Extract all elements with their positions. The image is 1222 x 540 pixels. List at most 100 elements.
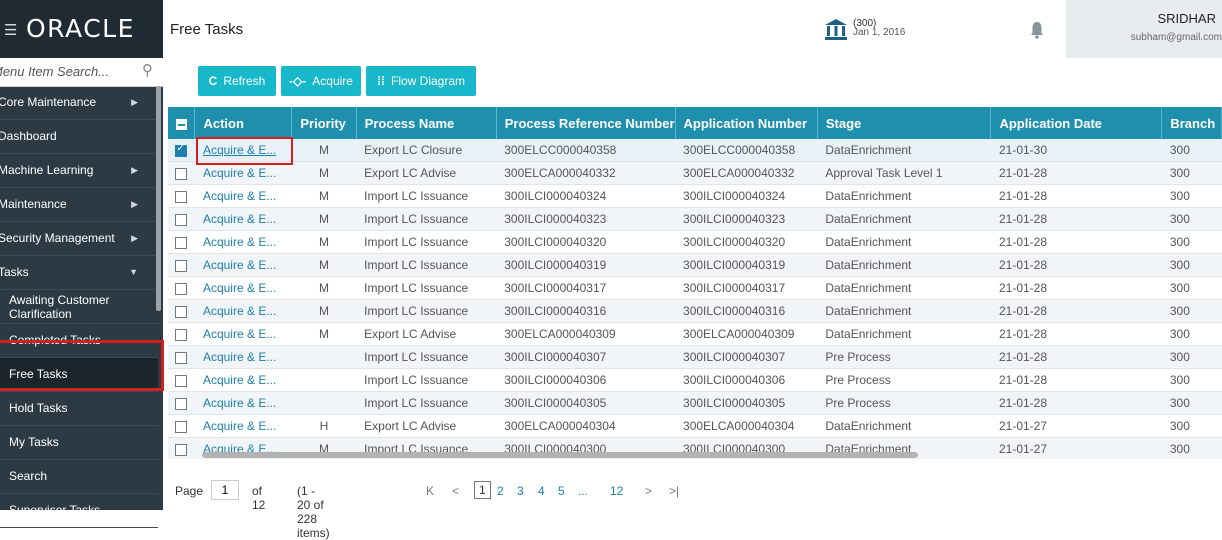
table-row[interactable]: Acquire & E... M Export LC Advise 300ELCA00… (168, 161, 1222, 185)
acquire-edit-link[interactable]: Acquire & E... (203, 258, 276, 272)
column-header-application-date[interactable]: Application Date (990, 107, 1163, 139)
acquire-edit-link[interactable]: Acquire & E... (203, 419, 276, 433)
acquire-edit-link[interactable]: Acquire & E... (203, 327, 276, 341)
chevron-right-icon: ▶ (131, 97, 138, 107)
column-header-priority[interactable]: Priority (291, 107, 357, 139)
acquire-edit-link[interactable]: Acquire & E... (203, 373, 276, 387)
search-icon[interactable]: ⚲ (142, 61, 153, 79)
table-row[interactable]: Acquire & E... M Import LC Issuance 300ILCI… (168, 230, 1222, 254)
row-checkbox[interactable] (175, 443, 188, 456)
acquire-edit-link[interactable]: Acquire & E... (203, 166, 276, 180)
table-row[interactable]: Acquire & E... M Import LC Issuance 300ILCI… (168, 184, 1222, 208)
row-checkbox[interactable] (175, 167, 188, 180)
column-header-process-name[interactable]: Process Name (356, 107, 497, 139)
sidebar-item-label: Machine Learning (0, 163, 94, 177)
acquire-edit-link[interactable]: Acquire & E... (203, 304, 276, 318)
hamburger-icon[interactable]: ☰ (4, 21, 17, 39)
page-number-input[interactable] (211, 480, 239, 500)
first-page-icon[interactable]: K (426, 484, 434, 498)
application-number-cell: 300ILCI000040316 (675, 299, 818, 323)
row-checkbox-cell (168, 368, 195, 392)
flow-diagram-button[interactable]: ⁞⁞ Flow Diagram (366, 66, 476, 96)
action-cell: Acquire & E... (194, 207, 292, 231)
row-checkbox[interactable] (175, 236, 188, 249)
process-ref-cell: 300ILCI000040307 (496, 345, 676, 369)
table-row[interactable]: Acquire & E... M Import LC Issuance 300ILCI… (168, 276, 1222, 300)
page-ellipsis[interactable]: ... (578, 484, 588, 498)
sidebar-item-awaiting-customer-clarification[interactable]: Awaiting Customer Clarification (0, 290, 158, 324)
sidebar-item-my-tasks[interactable]: My Tasks (0, 426, 158, 460)
sidebar-item-supervisor-tasks[interactable]: Supervisor Tasks (0, 494, 158, 528)
next-page-icon[interactable]: > (645, 484, 652, 498)
menu-search-input[interactable] (0, 61, 125, 81)
page-link[interactable]: 5 (558, 484, 565, 498)
process-ref-cell: 300ELCA000040309 (496, 322, 676, 346)
sidebar-item-security-management[interactable]: Security Management ▶ (0, 222, 158, 256)
acquire-edit-link[interactable]: Acquire & E... (203, 281, 276, 295)
action-cell: Acquire & E... (194, 184, 292, 208)
table-row[interactable]: Acquire & E... H Export LC Advise 300ELCA00… (168, 414, 1222, 438)
last-page-icon[interactable]: >| (669, 484, 679, 498)
page-link[interactable]: 2 (497, 484, 504, 498)
logo-bar: ☰ ORACLE (0, 0, 163, 58)
acquire-edit-link[interactable]: Acquire & E... (203, 212, 276, 226)
table-row[interactable]: Acquire & E...MExport LC Closure300ELCC0… (168, 139, 1222, 162)
column-header-process-reference-number[interactable]: Process Reference Number (496, 107, 676, 139)
acquire-edit-link[interactable]: Acquire & E... (203, 189, 276, 203)
row-checkbox[interactable] (175, 374, 188, 387)
acquire-button[interactable]: -◇- Acquire (281, 66, 361, 96)
row-checkbox[interactable] (175, 259, 188, 272)
branch-date: Jan 1, 2016 (853, 27, 906, 38)
stage-cell: DataEnrichment (817, 207, 991, 231)
row-checkbox[interactable] (175, 328, 188, 341)
column-header-stage[interactable]: Stage (817, 107, 992, 139)
row-checkbox[interactable] (175, 143, 188, 157)
row-checkbox[interactable] (175, 190, 188, 203)
sidebar-item-search[interactable]: Search (0, 460, 158, 494)
horizontal-scrollbar[interactable] (202, 452, 918, 458)
column-header-action[interactable]: Action (194, 107, 293, 139)
refresh-button[interactable]: C Refresh (198, 66, 276, 96)
priority-cell: M (291, 230, 357, 254)
branch-cell: 300 (1161, 161, 1222, 185)
sidebar-item-hold-tasks[interactable]: Hold Tasks (0, 392, 158, 426)
sidebar-item-dashboard[interactable]: Dashboard (0, 120, 158, 154)
sidebar-item-machine-learning[interactable]: Machine Learning ▶ (0, 154, 158, 188)
acquire-edit-link[interactable]: Acquire & E... (203, 235, 276, 249)
page-link[interactable]: 4 (538, 484, 545, 498)
table-row[interactable]: Acquire & E... Import LC Issuance 300ILCI0… (168, 368, 1222, 392)
chevron-right-icon: ▶ (131, 165, 138, 175)
sidebar-item-tasks[interactable]: Tasks ▼ (0, 256, 158, 290)
priority-cell (291, 345, 357, 369)
table-row[interactable]: Acquire & E... M Import LC Issuance 300ILCI… (168, 299, 1222, 323)
row-checkbox[interactable] (175, 397, 188, 410)
page-link[interactable]: 12 (610, 484, 623, 498)
table-row[interactable]: Acquire & E... Import LC Issuance 300ILCI0… (168, 345, 1222, 369)
sidebar-scrollbar[interactable] (156, 86, 161, 311)
row-checkbox[interactable] (175, 282, 188, 295)
row-checkbox[interactable] (175, 305, 188, 318)
acquire-label: Acquire (312, 74, 353, 88)
prev-page-icon[interactable]: < (452, 484, 459, 498)
acquire-edit-link[interactable]: Acquire & E... (203, 350, 276, 364)
column-header-branch[interactable]: Branch (1161, 107, 1222, 139)
sidebar-item-core-maintenance[interactable]: Core Maintenance ▶ (0, 86, 158, 120)
user-profile[interactable]: SRIDHAR subham@gmail.com (1066, 0, 1222, 58)
branch-cell: 300 (1161, 184, 1222, 208)
table-row[interactable]: Acquire & E... M Import LC Issuance 300ILCI… (168, 207, 1222, 231)
row-checkbox[interactable] (175, 213, 188, 226)
select-all-checkbox[interactable] (168, 107, 196, 139)
row-checkbox[interactable] (175, 351, 188, 364)
acquire-edit-link[interactable]: Acquire & E... (203, 396, 276, 410)
sidebar-item-maintenance[interactable]: Maintenance ▶ (0, 188, 158, 222)
page-link[interactable]: 3 (517, 484, 524, 498)
flow-diagram-label: Flow Diagram (390, 74, 465, 88)
table-row[interactable]: Acquire & E... M Export LC Advise 300ELCA00… (168, 322, 1222, 346)
application-date-cell: 21-01-30 (990, 139, 1162, 162)
table-row[interactable]: Acquire & E... Import LC Issuance 300ILCI0… (168, 391, 1222, 415)
page-link[interactable]: 1 (474, 481, 491, 499)
bell-icon[interactable] (1030, 21, 1044, 39)
row-checkbox[interactable] (175, 420, 188, 433)
table-row[interactable]: Acquire & E... M Import LC Issuance 300ILCI… (168, 253, 1222, 277)
column-header-application-number[interactable]: Application Number (675, 107, 818, 139)
